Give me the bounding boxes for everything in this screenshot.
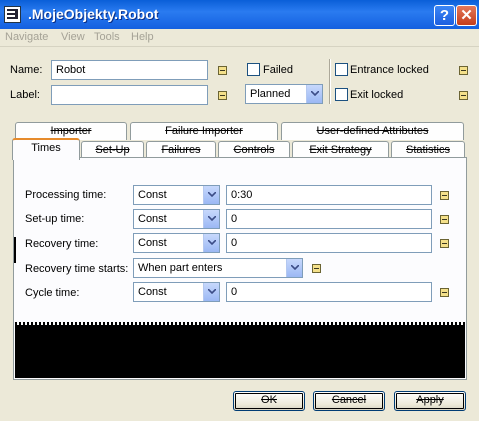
status-value: Planned: [250, 88, 291, 100]
recovery-time-type-select[interactable]: Const: [133, 233, 220, 253]
chevron-down-icon[interactable]: [203, 234, 219, 252]
processing-time-type-select[interactable]: Const: [133, 185, 220, 205]
exit-locked-checkbox[interactable]: [335, 88, 348, 101]
entrance-locked-label: Entrance locked: [350, 64, 429, 76]
menu-tools[interactable]: Tools: [94, 31, 120, 43]
cycle-time-edit-icon[interactable]: [440, 288, 449, 297]
recovery-time-type: Const: [138, 237, 167, 249]
exit-locked-edit-icon[interactable]: [459, 91, 468, 100]
recovery-starts-edit-icon[interactable]: [312, 264, 321, 273]
help-button[interactable]: ?: [434, 5, 455, 26]
failed-checkbox[interactable]: [247, 63, 260, 76]
setup-time-type-select[interactable]: Const: [133, 209, 220, 229]
setup-time-label: Set-up time:: [25, 213, 85, 225]
processing-time-type: Const: [138, 189, 167, 201]
chevron-down-icon[interactable]: [203, 210, 219, 228]
label-edit-icon[interactable]: [218, 91, 227, 100]
processing-time-label: Processing time:: [25, 189, 107, 201]
cycle-time-input[interactable]: 0: [226, 282, 432, 302]
entrance-locked-edit-icon[interactable]: [459, 66, 468, 75]
tab-times[interactable]: Times: [12, 138, 80, 160]
title-bar: .MojeObjekty.Robot ? ✕: [0, 0, 479, 29]
tab-user-defined-attributes[interactable]: User-defined Attributes: [281, 122, 464, 140]
recovery-starts-value: When part enters: [138, 262, 223, 274]
close-button[interactable]: ✕: [456, 5, 477, 26]
name-input[interactable]: Robot: [51, 60, 208, 80]
setup-time-edit-icon[interactable]: [440, 215, 449, 224]
recovery-time-edit-icon[interactable]: [440, 239, 449, 248]
app-icon: [4, 6, 21, 23]
cycle-time-type-select[interactable]: Const: [133, 282, 220, 302]
menu-help[interactable]: Help: [131, 31, 154, 43]
menu-view[interactable]: View: [61, 31, 85, 43]
panel-left-mark: [14, 237, 16, 263]
processing-time-edit-icon[interactable]: [440, 191, 449, 200]
setup-time-type: Const: [138, 213, 167, 225]
label-input[interactable]: [51, 85, 208, 105]
ok-button[interactable]: OK: [233, 391, 305, 411]
exit-locked-label: Exit locked: [350, 89, 404, 101]
chevron-down-icon[interactable]: [203, 186, 219, 204]
chevron-down-icon[interactable]: [203, 283, 219, 301]
name-edit-icon[interactable]: [218, 66, 227, 75]
render-artifact-area: [15, 325, 465, 378]
failed-label: Failed: [263, 64, 293, 76]
recovery-time-label: Recovery time:: [25, 238, 99, 250]
status-select[interactable]: Planned: [245, 84, 323, 104]
recovery-time-input[interactable]: 0: [226, 233, 432, 253]
processing-time-input[interactable]: 0:30: [226, 185, 432, 205]
window-title: .MojeObjekty.Robot: [28, 6, 159, 22]
apply-button[interactable]: Apply: [394, 391, 466, 411]
recovery-starts-label: Recovery time starts:: [25, 263, 129, 275]
chevron-down-icon[interactable]: [306, 85, 322, 103]
cancel-button[interactable]: Cancel: [313, 391, 385, 411]
menu-navigate[interactable]: Navigate: [5, 31, 48, 43]
header-separator: [329, 59, 331, 104]
entrance-locked-checkbox[interactable]: [335, 63, 348, 76]
name-label: Name:: [10, 64, 43, 76]
setup-time-input[interactable]: 0: [226, 209, 432, 229]
label-label: Label:: [10, 89, 40, 101]
cycle-time-label: Cycle time:: [25, 287, 80, 299]
recovery-starts-select[interactable]: When part enters: [133, 258, 303, 278]
tab-failure-importer[interactable]: Failure Importer: [130, 122, 278, 140]
chevron-down-icon[interactable]: [286, 259, 302, 277]
menu-bar: Navigate View Tools Help: [0, 29, 479, 47]
cycle-time-type: Const: [138, 286, 167, 298]
